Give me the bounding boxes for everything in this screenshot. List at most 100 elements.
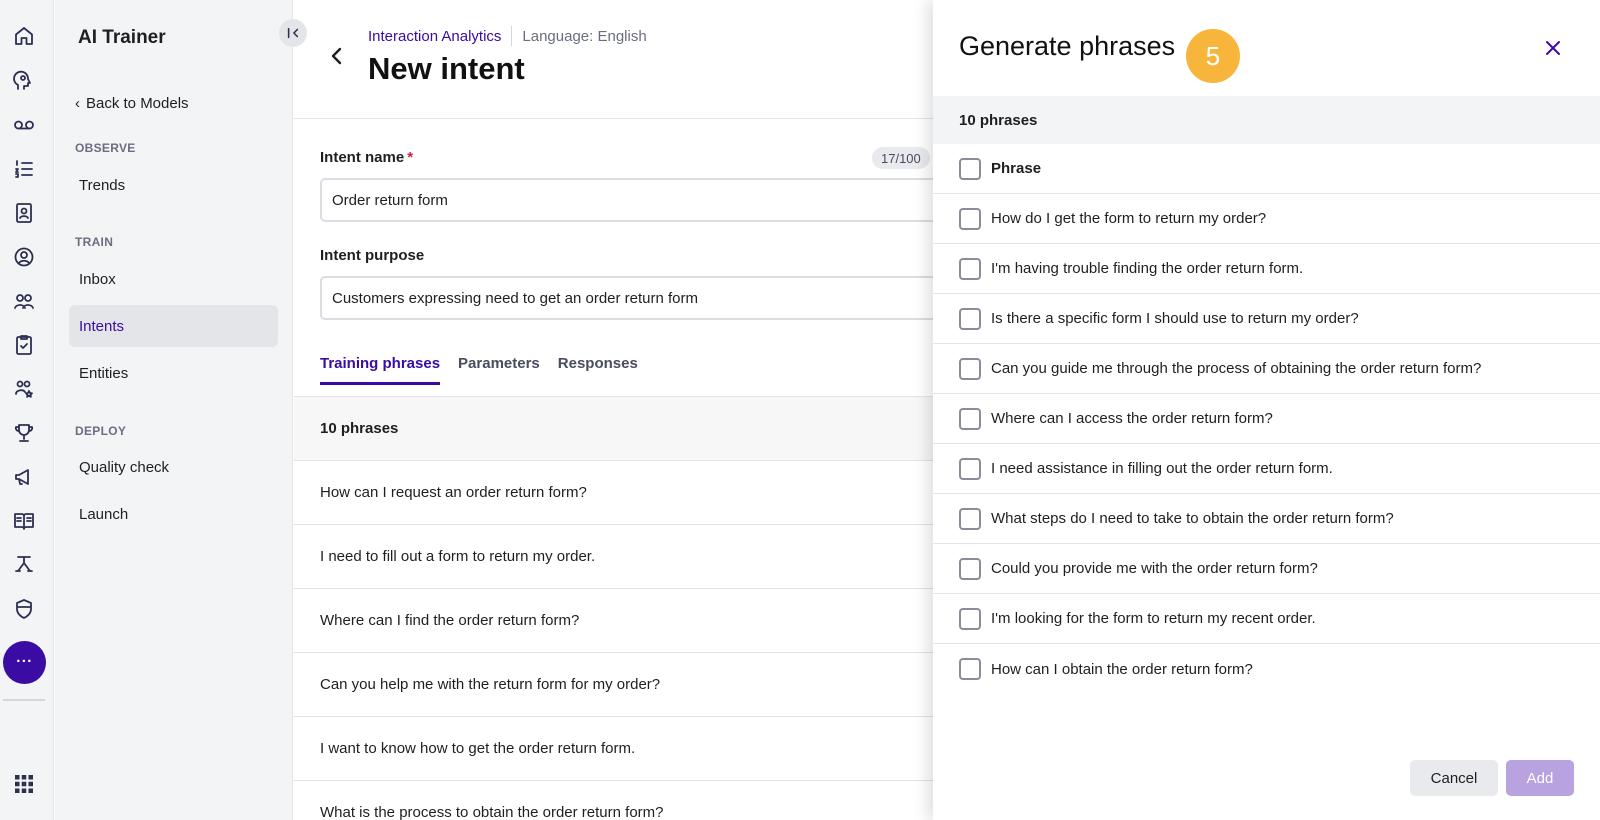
list-item[interactable]: What is the process to obtain the order … (294, 780, 934, 820)
section-label-deploy: DEPLOY (75, 424, 127, 438)
required-mark: * (407, 149, 414, 166)
phrase-checkbox[interactable] (959, 207, 981, 230)
brain-icon[interactable] (9, 66, 39, 96)
table-row: I'm looking for the form to return my re… (933, 594, 1600, 644)
table-row: I'm having trouble finding the order ret… (933, 244, 1600, 294)
phrase-checkbox[interactable] (959, 407, 981, 430)
table-row: How can I obtain the order return form? (933, 644, 1600, 694)
flow-icon[interactable] (9, 550, 39, 580)
grid-icon[interactable] (9, 769, 39, 799)
nav-title: AI Trainer (78, 27, 166, 48)
nav-item-launch[interactable]: Launch (69, 493, 278, 535)
list-item[interactable]: I need to fill out a form to return my o… (294, 524, 934, 588)
phrase-checkbox[interactable] (959, 357, 981, 380)
list-item[interactable]: Where can I find the order return form? (294, 588, 934, 652)
collapse-icon (287, 27, 299, 39)
intent-purpose-label: Intent purpose (320, 247, 425, 264)
phrase-text: What steps do I need to take to obtain t… (991, 510, 1394, 527)
rail-divider (3, 699, 45, 701)
character-counter: 17/100 (872, 147, 930, 169)
table-row: I need assistance in filling out the ord… (933, 444, 1600, 494)
language-label: Language: English (522, 27, 647, 45)
clipboard-check-icon[interactable] (9, 330, 39, 360)
table-row: How do I get the form to return my order… (933, 194, 1600, 244)
list-numbered-icon[interactable] (9, 154, 39, 184)
table-row: Where can I access the order return form… (933, 394, 1600, 444)
close-button[interactable] (1542, 37, 1564, 59)
megaphone-icon[interactable] (9, 462, 39, 492)
phrases-count: 10 phrases (294, 396, 934, 460)
phrase-text: How do I get the form to return my order… (991, 210, 1267, 227)
list-item[interactable]: Can you help me with the return form for… (294, 652, 934, 716)
nav-item-quality-check[interactable]: Quality check (69, 446, 278, 488)
nav-item-trends[interactable]: Trends (69, 164, 278, 206)
intent-purpose-input[interactable]: Customers expressing need to get an orde… (320, 276, 940, 320)
phrase-checkbox[interactable] (959, 507, 981, 530)
home-icon[interactable] (9, 21, 39, 51)
tab-parameters[interactable]: Parameters (458, 355, 540, 385)
contact-book-icon[interactable] (9, 198, 39, 228)
list-item[interactable]: I want to know how to get the order retu… (294, 716, 934, 780)
main-content: Interaction Analytics Language: English … (294, 0, 940, 820)
breadcrumb-divider (511, 26, 513, 46)
step-badge: 5 (1186, 29, 1240, 83)
tab-responses[interactable]: Responses (558, 355, 638, 385)
select-all-checkbox[interactable] (959, 157, 981, 180)
phrase-text: I need assistance in filling out the ord… (991, 460, 1333, 477)
user-circle-icon[interactable] (9, 242, 39, 272)
users-star-icon[interactable] (9, 374, 39, 404)
phrase-checkbox[interactable] (959, 307, 981, 330)
phrase-checkbox[interactable] (959, 457, 981, 480)
phrase-checkbox[interactable] (959, 658, 981, 680)
book-icon[interactable] (9, 506, 39, 536)
intent-name-label: Intent name * (320, 149, 413, 166)
back-button[interactable] (326, 45, 348, 67)
back-to-models-label: Back to Models (86, 95, 189, 112)
intent-name-input[interactable]: Order return form (320, 178, 940, 222)
list-item[interactable]: How can I request an order return form? (294, 460, 934, 524)
users-icon[interactable] (9, 286, 39, 316)
section-label-observe: OBSERVE (75, 141, 136, 155)
table-header-row: Phrase (933, 144, 1600, 194)
table-row: Is there a specific form I should use to… (933, 294, 1600, 344)
collapse-nav-button[interactable] (279, 19, 307, 47)
nav-item-entities[interactable]: Entities (69, 352, 278, 394)
phrase-text: Where can I access the order return form… (991, 410, 1273, 427)
phrase-text: Can you guide me through the process of … (991, 360, 1482, 377)
phrase-checkbox[interactable] (959, 557, 981, 580)
header-divider (294, 118, 934, 119)
tab-training-phrases[interactable]: Training phrases (320, 355, 441, 385)
more-button[interactable]: ··· (3, 641, 46, 684)
phrase-checkbox[interactable] (959, 607, 981, 630)
phrase-text: How can I obtain the order return form? (991, 660, 1253, 678)
voicemail-icon[interactable] (9, 110, 39, 140)
phrase-text: Is there a specific form I should use to… (991, 310, 1359, 327)
arrow-left-icon (331, 47, 342, 65)
cancel-button[interactable]: Cancel (1410, 760, 1498, 796)
drawer-title: Generate phrases (959, 31, 1176, 61)
shield-icon[interactable] (9, 594, 39, 624)
back-to-models-link[interactable]: ‹ Back to Models (75, 95, 189, 112)
intent-name-label-text: Intent name (320, 149, 405, 166)
add-button[interactable]: Add (1506, 760, 1574, 796)
chevron-left-icon: ‹ (75, 95, 80, 112)
icon-rail: ··· (0, 0, 54, 820)
phrase-text: I'm having trouble finding the order ret… (991, 260, 1304, 277)
intent-tabs: Training phrases Parameters Responses (320, 355, 638, 385)
close-icon (1546, 41, 1560, 55)
nav-item-intents[interactable]: Intents (69, 305, 278, 347)
table-row: Can you guide me through the process of … (933, 344, 1600, 394)
table-row: What steps do I need to take to obtain t… (933, 494, 1600, 544)
drawer-phrases-count: 10 phrases (933, 96, 1600, 144)
phrase-text: Could you provide me with the order retu… (991, 560, 1318, 577)
secondary-nav: AI Trainer ‹ Back to Models OBSERVE Tren… (55, 0, 293, 820)
section-label-train: TRAIN (75, 235, 114, 249)
table-row: Could you provide me with the order retu… (933, 544, 1600, 594)
generate-phrases-drawer: Generate phrases 5 10 phrases Phrase How… (933, 0, 1600, 820)
phrase-text: I'm looking for the form to return my re… (991, 610, 1316, 627)
trophy-icon[interactable] (9, 418, 39, 448)
nav-item-inbox[interactable]: Inbox (69, 258, 278, 300)
phrase-checkbox[interactable] (959, 257, 981, 280)
breadcrumb-link[interactable]: Interaction Analytics (368, 28, 501, 45)
phrase-column-header: Phrase (991, 160, 1042, 177)
